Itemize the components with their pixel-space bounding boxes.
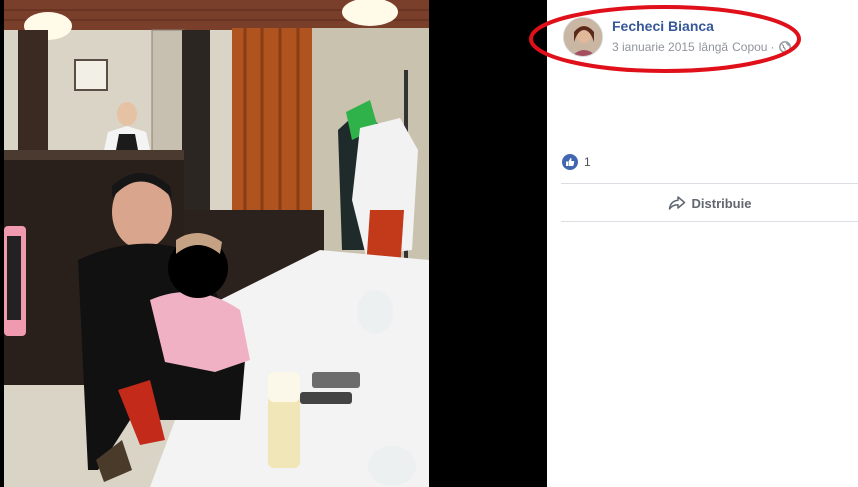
post-date-link[interactable]: 3 ianuarie 2015 — [612, 40, 695, 54]
divider-bottom — [561, 221, 858, 222]
share-arrow-icon — [668, 195, 686, 211]
share-label: Distribuie — [691, 195, 752, 211]
photo-scene — [0, 0, 547, 487]
author-avatar[interactable] — [563, 17, 603, 57]
reactions-summary[interactable]: 1 — [562, 154, 591, 170]
location-prefix: lângă — [698, 40, 729, 54]
post-meta: 3 ianuarie 2015 lângă Copou · — [612, 40, 792, 54]
location-link[interactable]: Copou — [732, 40, 767, 54]
share-button[interactable]: Distribuie — [561, 188, 858, 218]
author-name-link[interactable]: Fecheci Bianca — [612, 18, 714, 34]
divider — [561, 183, 858, 184]
like-count: 1 — [584, 155, 591, 169]
meta-separator: · — [770, 40, 775, 54]
globe-icon[interactable] — [779, 41, 792, 53]
like-icon — [562, 154, 578, 170]
avatar-photo — [564, 18, 602, 56]
post-photo[interactable] — [0, 0, 547, 487]
post-side-panel: Fecheci Bianca 3 ianuarie 2015 lângă Cop… — [529, 0, 858, 487]
